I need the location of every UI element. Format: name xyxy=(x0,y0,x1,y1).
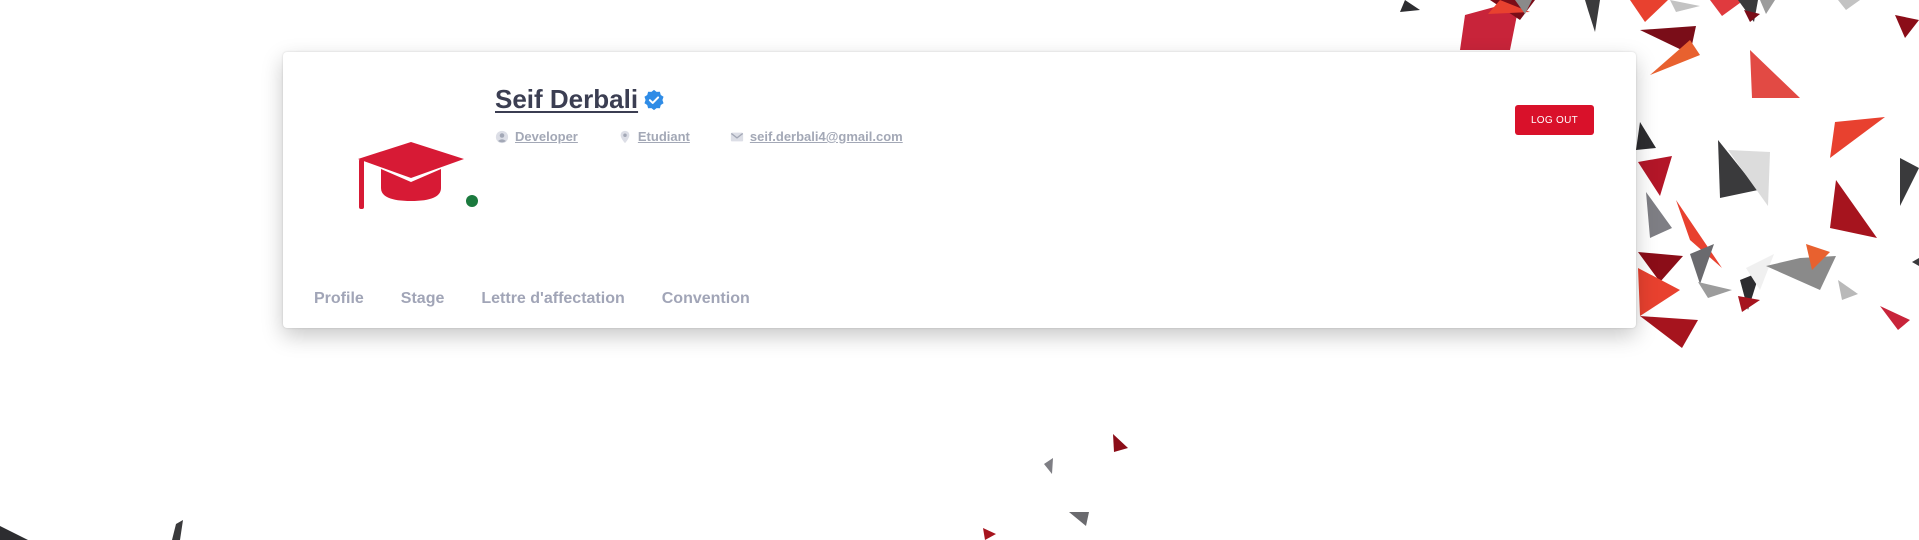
meta-location[interactable]: Etudiant xyxy=(618,129,690,144)
envelope-icon xyxy=(730,132,743,141)
name-row: Seif Derbali xyxy=(495,84,665,115)
avatar xyxy=(338,110,488,260)
location-pin-icon xyxy=(620,130,630,143)
meta-role-label: Developer xyxy=(515,129,578,144)
graduation-cap-icon xyxy=(358,142,464,209)
meta-location-label: Etudiant xyxy=(637,129,690,144)
tab-stage[interactable]: Stage xyxy=(401,290,445,308)
tab-profile[interactable]: Profile xyxy=(314,290,364,308)
meta-email[interactable]: seif.derbali4@gmail.com xyxy=(730,129,903,144)
user-circle-icon xyxy=(495,130,509,143)
profile-name[interactable]: Seif Derbali xyxy=(495,84,638,115)
profile-meta: Developer Etudiant seif.derbali4@gmail.c… xyxy=(495,129,943,144)
meta-role[interactable]: Developer xyxy=(495,129,578,144)
online-status-dot xyxy=(466,195,478,207)
meta-email-label: seif.derbali4@gmail.com xyxy=(749,129,903,144)
logout-button[interactable]: Log out xyxy=(1515,105,1594,135)
triangle-cluster-bottom xyxy=(0,434,1128,540)
tab-lettre-affectation[interactable]: Lettre d'affectation xyxy=(481,290,624,308)
profile-tabs: Profile Stage Lettre d'affectation Conve… xyxy=(314,290,787,308)
profile-card: Seif Derbali Developer Etudiant seif.der… xyxy=(283,52,1636,328)
verified-badge-icon xyxy=(644,89,664,110)
tab-convention[interactable]: Convention xyxy=(662,290,750,308)
